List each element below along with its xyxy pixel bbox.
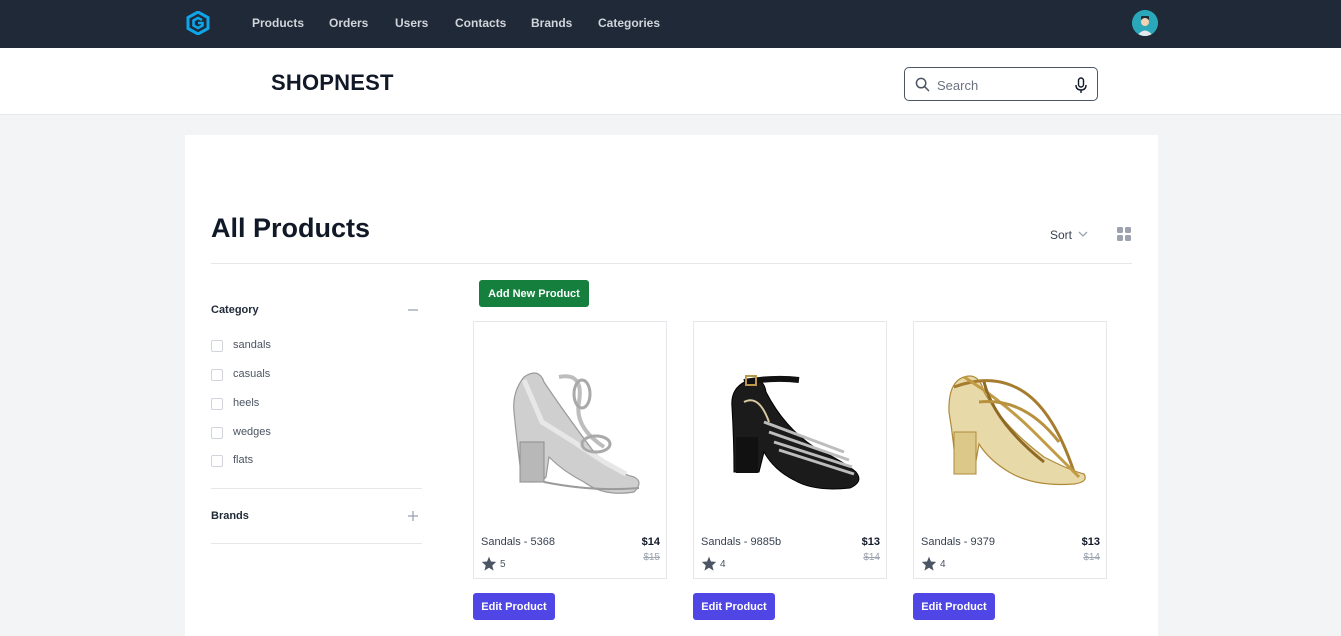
add-product-button[interactable]: Add New Product (479, 280, 589, 307)
product-old-price: $15 (643, 552, 660, 563)
store-header: SHOPNEST (0, 48, 1341, 115)
product-card[interactable]: Sandals - 9379 $13 $14 4 (913, 321, 1107, 579)
plus-icon[interactable] (407, 510, 419, 522)
products-panel: All Products Sort Category sandals casua… (185, 135, 1158, 636)
nav-link-contacts[interactable]: Contacts (455, 16, 506, 30)
filter-option-wedges[interactable]: wedges (211, 426, 331, 440)
filter-category-heading[interactable]: Category (211, 304, 259, 316)
product-old-price: $14 (1083, 552, 1100, 563)
checkbox[interactable] (211, 455, 223, 467)
checkbox[interactable] (211, 427, 223, 439)
search-icon (915, 77, 930, 92)
product-name: Sandals - 5368 (481, 536, 555, 548)
filter-option-label: casuals (233, 368, 271, 380)
avatar[interactable] (1132, 10, 1158, 36)
product-name: Sandals - 9379 (921, 536, 995, 548)
filter-option-label: flats (233, 454, 254, 466)
divider (211, 263, 1132, 264)
edit-product-button[interactable]: Edit Product (473, 593, 555, 620)
filter-option-label: heels (233, 397, 260, 409)
page-title: All Products (211, 213, 371, 243)
product-rating: 4 (720, 559, 726, 570)
microphone-icon[interactable] (1073, 77, 1089, 94)
checkbox[interactable] (211, 398, 223, 410)
search-input[interactable] (937, 75, 1067, 95)
product-name: Sandals - 9885b (701, 536, 782, 548)
brand-logo-icon[interactable] (186, 11, 210, 35)
filter-option-casuals[interactable]: casuals (211, 368, 331, 382)
nav-link-orders[interactable]: Orders (329, 16, 368, 30)
filter-option-label: sandals (233, 339, 271, 351)
edit-product-button[interactable]: Edit Product (693, 593, 775, 620)
nav-link-brands[interactable]: Brands (531, 16, 572, 30)
nav-link-users[interactable]: Users (395, 16, 428, 30)
filter-brands-heading[interactable]: Brands (211, 510, 249, 522)
user-avatar-icon (1132, 10, 1158, 36)
product-price: $13 (861, 536, 880, 548)
product-price: $13 (1081, 536, 1100, 548)
product-rating: 4 (940, 559, 946, 570)
product-card[interactable]: Sandals - 5368 $14 $15 5 (473, 321, 667, 579)
product-image-black-sandal (731, 375, 860, 490)
chevron-down-icon[interactable] (1078, 231, 1088, 238)
checkbox[interactable] (211, 340, 223, 352)
divider (211, 543, 422, 544)
star-icon (921, 556, 937, 571)
product-price: $14 (641, 536, 660, 548)
star-icon (481, 556, 497, 571)
search-box[interactable] (904, 67, 1098, 101)
star-icon (701, 556, 717, 571)
minus-icon[interactable] (407, 304, 419, 316)
filter-option-sandals[interactable]: sandals (211, 339, 331, 353)
product-card[interactable]: Sandals - 9885b $13 $14 4 (693, 321, 887, 579)
product-old-price: $14 (863, 552, 880, 563)
grid-view-icon[interactable] (1117, 227, 1131, 241)
filter-option-flats[interactable]: flats (211, 454, 331, 468)
filter-option-label: wedges (233, 426, 271, 438)
product-image-gold-sandal (948, 375, 1086, 486)
top-navbar: Products Orders Users Contacts Brands Ca… (0, 0, 1341, 48)
filter-option-heels[interactable]: heels (211, 397, 331, 411)
store-brand-name[interactable]: SHOPNEST (271, 70, 394, 96)
checkbox[interactable] (211, 369, 223, 381)
product-rating: 5 (500, 559, 506, 570)
nav-link-categories[interactable]: Categories (598, 16, 660, 30)
divider (211, 488, 422, 489)
nav-link-products[interactable]: Products (252, 16, 304, 30)
product-image-silver-sandal (513, 372, 640, 494)
edit-product-button[interactable]: Edit Product (913, 593, 995, 620)
sort-dropdown[interactable]: Sort (1050, 228, 1072, 242)
